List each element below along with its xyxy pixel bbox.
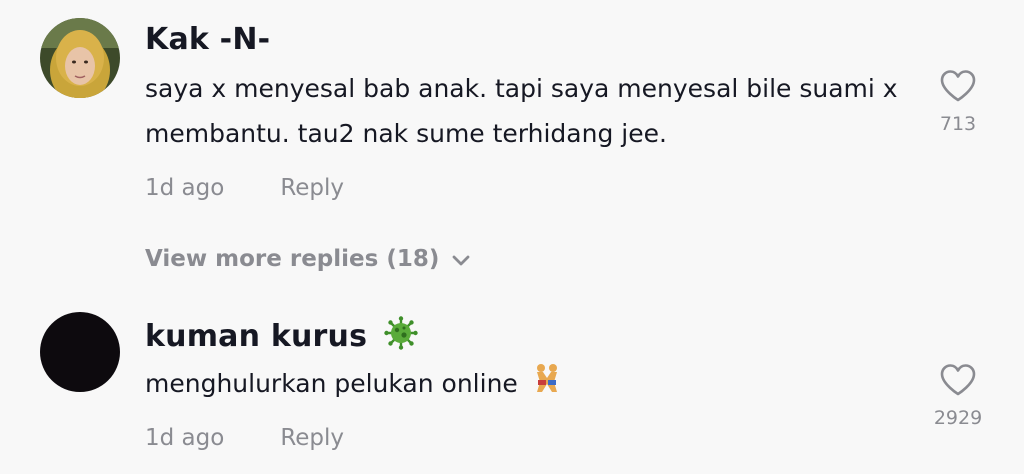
comment-text-content: menghulurkan pelukan online	[145, 369, 518, 398]
reply-button[interactable]: Reply	[280, 175, 344, 201]
reply-button[interactable]: Reply	[280, 425, 344, 451]
comment-username[interactable]: Kak -N-	[145, 22, 270, 58]
heart-icon	[940, 364, 976, 396]
virus-emoji-icon	[384, 316, 418, 359]
comment-text: menghulurkan pelukan online	[145, 361, 905, 408]
avatar[interactable]	[40, 312, 120, 392]
comment-meta: 1d ago Reply	[145, 423, 344, 453]
like-count: 2929	[933, 407, 983, 429]
like-count: 713	[939, 113, 977, 135]
heart-icon	[940, 70, 976, 102]
comment-time: 1d ago	[145, 175, 225, 201]
like-button[interactable]: 713	[928, 69, 988, 135]
wrestlers-emoji-icon	[530, 362, 564, 408]
chevron-down-icon	[451, 244, 471, 276]
view-more-replies-button[interactable]: View more replies (18)	[145, 243, 471, 276]
like-button[interactable]: 2929	[928, 363, 988, 429]
username-text: kuman kurus	[145, 319, 368, 354]
comment-meta: 1d ago Reply	[145, 173, 344, 203]
view-more-replies-label: View more replies (18)	[145, 246, 440, 272]
comment-username[interactable]: kuman kurus	[145, 316, 418, 359]
comment-text: saya x menyesal bab anak. tapi saya meny…	[145, 74, 898, 148]
user-avatar-image	[40, 18, 120, 98]
avatar[interactable]	[40, 18, 120, 98]
comment-time: 1d ago	[145, 425, 225, 451]
